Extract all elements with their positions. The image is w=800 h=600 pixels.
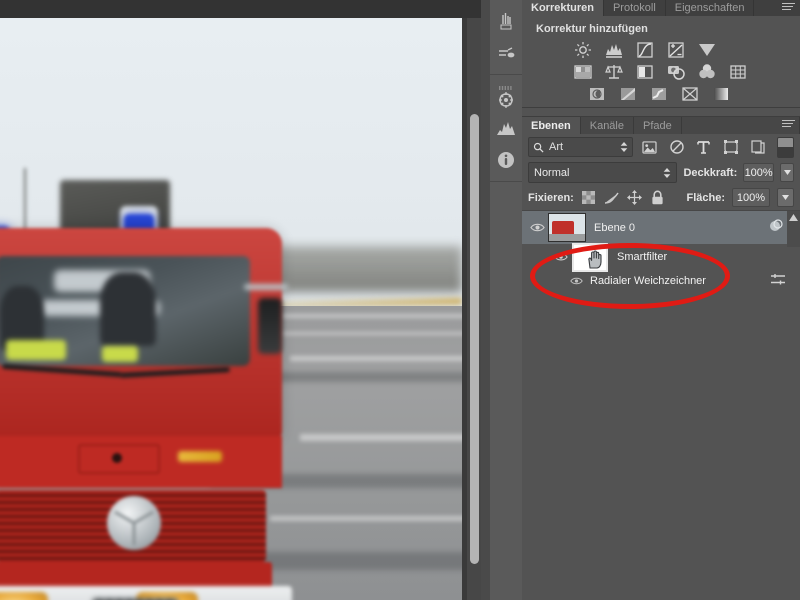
blend-chevron-icon[interactable] <box>663 167 671 178</box>
histogram-icon[interactable] <box>490 112 522 144</box>
image-canvas[interactable] <box>0 18 462 600</box>
brush-presets-icon[interactable] <box>490 37 522 69</box>
eye-icon[interactable] <box>550 252 572 262</box>
scrollbar-thumb[interactable] <box>470 114 479 564</box>
dock-group-clone <box>490 75 522 182</box>
fill-label: Fläche: <box>686 191 725 204</box>
posterize-icon[interactable] <box>617 85 639 103</box>
mercedes-star-logo <box>107 496 161 550</box>
levels-icon[interactable] <box>603 41 625 59</box>
eye-icon[interactable] <box>526 222 548 233</box>
opacity-value[interactable]: 100% <box>743 163 775 182</box>
opacity-label: Deckkraft: <box>683 166 738 179</box>
black-white-icon[interactable] <box>634 63 656 81</box>
table-row[interactable]: Ebene 0 <box>522 211 800 247</box>
lock-row: Fixieren: Fläche: 100% <box>522 185 800 210</box>
image-icon[interactable] <box>639 137 660 157</box>
adjustment-row-1 <box>522 41 800 59</box>
layers-panel-menu-icon[interactable] <box>782 120 795 130</box>
smart-filter-item[interactable]: Radialer Weichzeichner <box>522 270 800 292</box>
threshold-icon[interactable] <box>648 85 670 103</box>
eye-icon[interactable] <box>570 276 583 286</box>
exposure-icon[interactable] <box>665 41 687 59</box>
hand-cursor-icon <box>586 249 603 272</box>
smart-filter-mask-thumbnail[interactable] <box>572 242 608 272</box>
window-edge-filler <box>481 0 490 600</box>
brush-icon[interactable] <box>490 5 522 37</box>
canvas-vertical-scrollbar[interactable] <box>466 18 482 600</box>
vibrance-icon[interactable] <box>696 41 718 59</box>
filter-enable-toggle[interactable] <box>777 136 794 158</box>
right-panel-column: Korrekturen Protokoll Eigenschaften Korr… <box>522 0 800 600</box>
shape-icon[interactable] <box>720 137 741 157</box>
adjustment-circle-icon[interactable] <box>666 137 687 157</box>
layer-filter-kind-label: Art <box>549 141 564 153</box>
lock-icon[interactable] <box>650 190 666 206</box>
truck-badge-text <box>178 451 222 462</box>
tab-eigenschaften[interactable]: Eigenschaften <box>666 0 755 16</box>
move-arrows-icon[interactable] <box>627 190 643 206</box>
photo-filter-icon[interactable] <box>665 63 687 81</box>
opacity-dropdown-button[interactable] <box>780 163 794 182</box>
smart-object-icon[interactable] <box>747 137 768 157</box>
smart-filters-label: Smartfilter <box>617 251 668 263</box>
brightness-icon[interactable] <box>572 41 594 59</box>
fire-truck <box>0 168 312 600</box>
invert-icon[interactable] <box>586 85 608 103</box>
curves-icon[interactable] <box>634 41 656 59</box>
fill-value[interactable]: 100% <box>732 188 770 207</box>
add-adjustment-heading: Korrektur hinzufügen <box>536 23 648 35</box>
checkerboard-icon[interactable] <box>581 190 597 206</box>
fire-truck-photo <box>0 18 462 600</box>
blend-mode-row: Normal Deckkraft: 100% <box>522 160 800 185</box>
color-balance-icon[interactable] <box>603 63 625 81</box>
blend-mode-select[interactable]: Normal <box>528 162 678 183</box>
clone-source-icon[interactable] <box>490 80 522 112</box>
scroll-up-arrow-icon <box>789 214 798 221</box>
adjustment-row-2 <box>522 63 800 81</box>
text-t-icon[interactable] <box>693 137 714 157</box>
smart-object-badge-icon <box>768 218 784 237</box>
layer-name: Ebene 0 <box>594 221 635 234</box>
smart-filter-name: Radialer Weichzeichner <box>590 275 706 287</box>
layers-tab-bar: Ebenen Kanäle Pfade <box>522 116 800 134</box>
dock-group-brush <box>490 0 522 75</box>
color-lookup-icon[interactable] <box>727 63 749 81</box>
selective-color-icon[interactable] <box>679 85 701 103</box>
blend-mode-value: Normal <box>534 166 570 179</box>
filter-options-icon[interactable] <box>770 273 786 289</box>
layer-filter-kind-select[interactable]: Art <box>528 137 633 157</box>
info-icon[interactable] <box>490 144 522 176</box>
layer-thumbnail[interactable] <box>548 213 586 242</box>
search-icon <box>533 142 544 153</box>
fill-dropdown-button[interactable] <box>777 188 794 207</box>
document-area <box>0 0 490 600</box>
hue-saturation-icon[interactable] <box>572 63 594 81</box>
brush-stroke-icon[interactable] <box>604 190 620 206</box>
adjustment-row-3 <box>522 85 800 103</box>
adjustments-tab-bar: Korrekturen Protokoll Eigenschaften <box>522 0 800 16</box>
collapsed-panel-dock <box>490 0 523 600</box>
document-tab-bar <box>0 0 490 18</box>
smart-filters-row[interactable]: Smartfilter <box>522 242 800 272</box>
tab-ebenen[interactable]: Ebenen <box>522 117 581 134</box>
tab-protokoll[interactable]: Protokoll <box>604 0 666 16</box>
channel-mixer-icon[interactable] <box>696 63 718 81</box>
adjustments-body: Korrektur hinzufügen <box>522 16 800 116</box>
chevron-updown-icon[interactable] <box>620 142 628 152</box>
layer-filter-row: Art <box>522 134 800 160</box>
photoshop-window: Korrekturen Protokoll Eigenschaften Korr… <box>0 0 800 600</box>
panel-menu-icon[interactable] <box>782 3 795 13</box>
tab-korrekturen[interactable]: Korrekturen <box>522 0 604 16</box>
layer-list-scrollbar[interactable] <box>787 211 800 247</box>
layer-list: Ebene 0 Smartfilter Radialer Weichzeichn… <box>522 210 800 309</box>
tab-kanaele[interactable]: Kanäle <box>581 117 634 134</box>
lock-label: Fixieren: <box>528 191 574 204</box>
gradient-map-icon[interactable] <box>710 85 732 103</box>
tab-pfade[interactable]: Pfade <box>634 117 682 134</box>
